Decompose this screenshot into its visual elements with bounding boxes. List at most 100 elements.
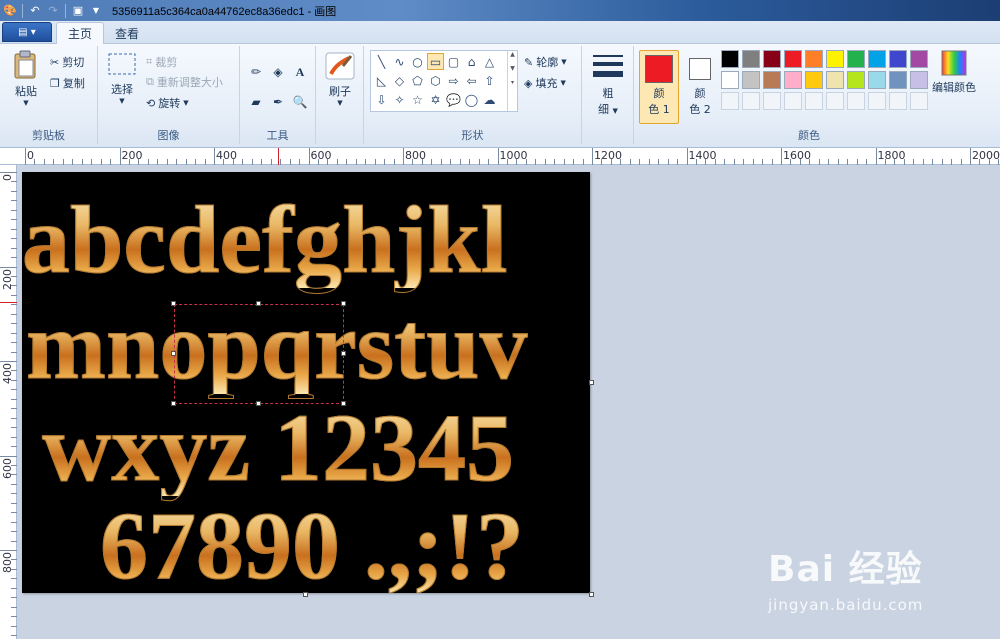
paint-app-icon[interactable]: 🎨 bbox=[2, 3, 18, 19]
four-point-star-shape-icon[interactable]: ✧ bbox=[391, 91, 408, 108]
ruler-minor-tick bbox=[705, 159, 707, 165]
custom-color-slot[interactable] bbox=[910, 92, 928, 110]
color-swatch[interactable] bbox=[721, 71, 739, 89]
color-swatch[interactable] bbox=[742, 50, 760, 68]
selection-rectangle[interactable] bbox=[174, 304, 344, 404]
shapes-gallery-scroll[interactable]: ▲ ▼ ▾ bbox=[507, 51, 517, 111]
selection-handle[interactable] bbox=[171, 401, 176, 406]
custom-color-slot[interactable] bbox=[826, 92, 844, 110]
fill-bucket-icon[interactable]: ◈ bbox=[268, 62, 288, 82]
magnifier-icon[interactable]: 🔍 bbox=[290, 92, 310, 112]
selection-handle[interactable] bbox=[341, 351, 346, 356]
color-swatch[interactable] bbox=[868, 50, 886, 68]
canvas-resize-handle-corner[interactable] bbox=[589, 592, 594, 597]
line-shape-icon[interactable]: ╲ bbox=[373, 53, 390, 70]
color1-button[interactable]: 颜 色 1 bbox=[639, 50, 679, 124]
oval-callout-shape-icon[interactable]: ◯ bbox=[463, 91, 480, 108]
custom-color-slot[interactable] bbox=[868, 92, 886, 110]
hexagon-shape-icon[interactable]: ⬡ bbox=[427, 72, 444, 89]
resize-button[interactable]: ⧉ 重新调整大小 bbox=[146, 74, 223, 90]
color-swatch[interactable] bbox=[721, 50, 739, 68]
color-picker-icon[interactable]: ✒ bbox=[268, 92, 288, 112]
tab-view[interactable]: 查看 bbox=[104, 22, 150, 44]
triangle-shape-icon[interactable]: △ bbox=[481, 53, 498, 70]
undo-icon[interactable]: ↶ bbox=[27, 3, 43, 19]
redo-icon[interactable]: ↷ bbox=[45, 3, 61, 19]
ruler-label: 1800 bbox=[877, 149, 906, 162]
color-swatch[interactable] bbox=[826, 71, 844, 89]
brushes-button[interactable]: 刷子 ▼ bbox=[322, 52, 358, 107]
custom-color-slot[interactable] bbox=[805, 92, 823, 110]
color-swatch[interactable] bbox=[784, 71, 802, 89]
copy-button[interactable]: ❐ 复制 bbox=[50, 75, 85, 91]
canvas-resize-handle-right[interactable] bbox=[589, 380, 594, 385]
up-arrow-shape-icon[interactable]: ⇧ bbox=[481, 72, 498, 89]
curve-shape-icon[interactable]: ∿ bbox=[391, 53, 408, 70]
image-group: 选择 ▼ ⌗ 裁剪 ⧉ 重新调整大小 ⟲ 旋转 ▼ 图像 bbox=[98, 46, 240, 144]
six-point-star-shape-icon[interactable]: ✡ bbox=[427, 91, 444, 108]
down-arrow-shape-icon[interactable]: ⇩ bbox=[373, 91, 390, 108]
custom-color-slot[interactable] bbox=[763, 92, 781, 110]
color-swatch[interactable] bbox=[868, 71, 886, 89]
rounded-rectangle-shape-icon[interactable]: ▢ bbox=[445, 53, 462, 70]
ribbon-tab-row: ▤ ▾ 主页 查看 bbox=[0, 21, 1000, 44]
color2-button[interactable]: 颜 色 2 bbox=[682, 50, 718, 124]
color-swatch[interactable] bbox=[826, 50, 844, 68]
selection-handle[interactable] bbox=[171, 351, 176, 356]
fill-button[interactable]: ◈ 填充 ▼ bbox=[524, 75, 566, 91]
color-swatch[interactable] bbox=[805, 50, 823, 68]
color-swatch[interactable] bbox=[910, 50, 928, 68]
five-point-star-shape-icon[interactable]: ☆ bbox=[409, 91, 426, 108]
color-swatch[interactable] bbox=[889, 71, 907, 89]
save-icon[interactable]: ▣ bbox=[70, 3, 86, 19]
pentagon-shape-icon[interactable]: ⬠ bbox=[409, 72, 426, 89]
custom-color-slot[interactable] bbox=[784, 92, 802, 110]
ruler-minor-tick bbox=[11, 342, 17, 344]
cloud-callout-shape-icon[interactable]: ☁ bbox=[481, 91, 498, 108]
outline-button[interactable]: ✎ 轮廓 ▼ bbox=[524, 54, 567, 70]
tab-home[interactable]: 主页 bbox=[56, 22, 105, 44]
cut-button[interactable]: ✂ 剪切 bbox=[50, 54, 84, 70]
edit-colors-button[interactable]: 编辑颜色 bbox=[928, 50, 980, 95]
color-swatch[interactable] bbox=[763, 71, 781, 89]
selection-handle[interactable] bbox=[256, 301, 261, 306]
customize-dropdown-icon[interactable]: ▼ bbox=[88, 3, 104, 19]
rounded-callout-shape-icon[interactable]: 💬 bbox=[445, 91, 462, 108]
color-swatch[interactable] bbox=[889, 50, 907, 68]
diamond-shape-icon[interactable]: ◇ bbox=[391, 72, 408, 89]
color-swatch[interactable] bbox=[742, 71, 760, 89]
custom-color-slot[interactable] bbox=[742, 92, 760, 110]
rectangle-shape-icon[interactable]: ▭ bbox=[427, 53, 444, 70]
polygon-shape-icon[interactable]: ⌂ bbox=[463, 53, 480, 70]
color-swatch[interactable] bbox=[763, 50, 781, 68]
select-button[interactable]: 选择 ▼ bbox=[104, 52, 140, 105]
custom-color-slot[interactable] bbox=[847, 92, 865, 110]
eraser-icon[interactable]: ▰ bbox=[246, 92, 266, 112]
right-arrow-shape-icon[interactable]: ⇨ bbox=[445, 72, 462, 89]
text-icon[interactable]: A bbox=[290, 62, 310, 82]
selection-handle[interactable] bbox=[341, 301, 346, 306]
oval-shape-icon[interactable]: ○ bbox=[409, 53, 426, 70]
size-button[interactable]: 粗 细 ▼ bbox=[588, 52, 628, 117]
color-swatch[interactable] bbox=[847, 71, 865, 89]
paint-menu-button[interactable]: ▤ ▾ bbox=[2, 22, 52, 42]
pencil-icon[interactable]: ✏ bbox=[246, 62, 266, 82]
crop-button[interactable]: ⌗ 裁剪 bbox=[146, 54, 177, 70]
selection-handle[interactable] bbox=[341, 401, 346, 406]
custom-color-slot[interactable] bbox=[889, 92, 907, 110]
canvas-resize-handle-bottom[interactable] bbox=[303, 592, 308, 597]
color1-label-bottom: 色 1 bbox=[648, 103, 670, 116]
left-arrow-shape-icon[interactable]: ⇦ bbox=[463, 72, 480, 89]
rotate-button[interactable]: ⟲ 旋转 ▼ bbox=[146, 95, 189, 111]
tools-group-label: 工具 bbox=[266, 129, 289, 142]
color-swatch[interactable] bbox=[910, 71, 928, 89]
ruler-minor-tick bbox=[11, 427, 17, 429]
color-swatch[interactable] bbox=[847, 50, 865, 68]
selection-handle[interactable] bbox=[256, 401, 261, 406]
right-triangle-shape-icon[interactable]: ◺ bbox=[373, 72, 390, 89]
paste-button[interactable]: 粘贴 ▼ bbox=[6, 50, 46, 107]
selection-handle[interactable] bbox=[171, 301, 176, 306]
custom-color-slot[interactable] bbox=[721, 92, 739, 110]
color-swatch[interactable] bbox=[784, 50, 802, 68]
color-swatch[interactable] bbox=[805, 71, 823, 89]
